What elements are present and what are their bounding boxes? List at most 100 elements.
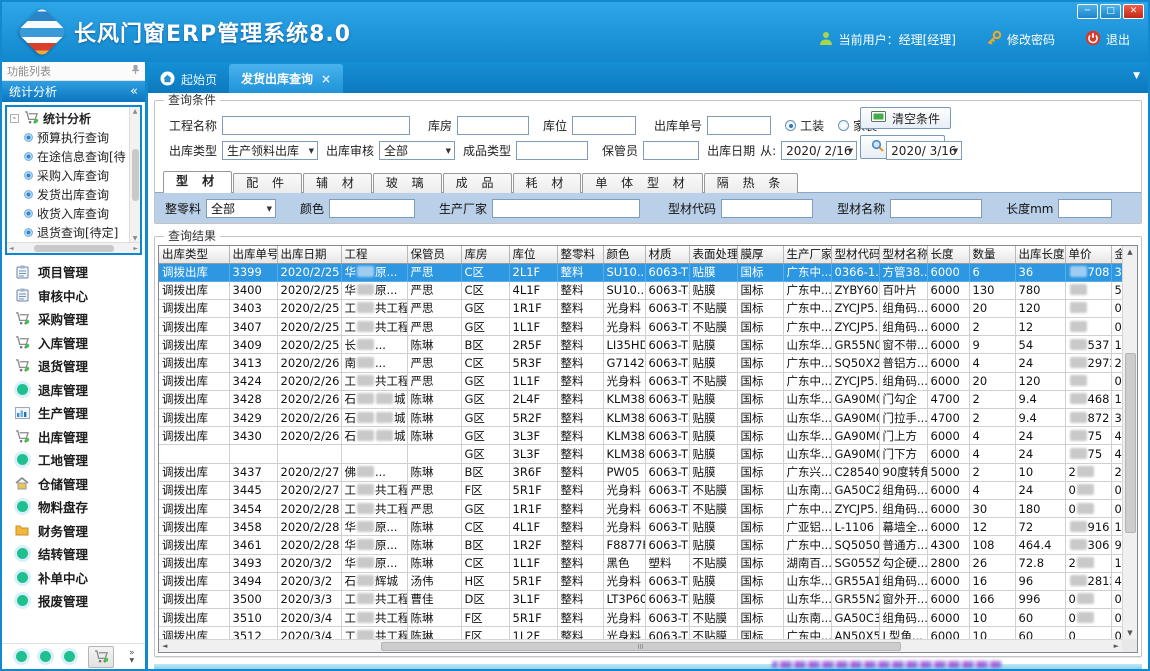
sidebar-item-退货管理[interactable]: 退货管理: [2, 354, 145, 378]
table-row[interactable]: 调拨出库34612020/2/28华原...陈琳B区1R2F整料F8877FT6…: [159, 536, 1138, 554]
table-row[interactable]: 调拨出库34282020/2/26石城陈琳G区2L4F整料KLM38176063…: [159, 390, 1138, 408]
table-row[interactable]: 调拨出库34132020/2/26南...严思C区5R3F整料G71422606…: [159, 354, 1138, 372]
column-header[interactable]: 数量: [969, 246, 1015, 263]
table-vertical-scrollbar[interactable]: ▲▼: [1122, 246, 1137, 639]
table-row[interactable]: 调拨出库34932020/3/2华原...陈琳C区1L1F整料黑色塑料不贴膜国标…: [159, 554, 1138, 572]
tree-item[interactable]: 采购入库查询: [10, 166, 140, 185]
tree-expander-icon[interactable]: -: [10, 114, 19, 123]
table-row[interactable]: 调拨出库34372020/2/27佛...陈琳B区3R6F整料PW056063-…: [159, 463, 1138, 481]
audit-select[interactable]: 全部: [379, 141, 455, 160]
minimize-button[interactable]: ─: [1077, 4, 1098, 19]
material-tab-辅材[interactable]: 辅 材: [303, 173, 372, 193]
column-header[interactable]: 单价: [1065, 246, 1111, 263]
tree-item[interactable]: 退货查询[待定]: [10, 223, 140, 242]
column-header[interactable]: 型材代码: [831, 246, 879, 263]
clear-conditions-button[interactable]: 清空条件: [860, 107, 951, 129]
table-row[interactable]: 调拨出库34582020/2/28华原...陈琳C区4L1F整料光身料6063-…: [159, 518, 1138, 536]
project-name-input[interactable]: [222, 116, 410, 135]
column-header[interactable]: 库房: [461, 246, 509, 263]
table-horizontal-scrollbar[interactable]: ◄►: [159, 639, 1122, 652]
sidebar-item-工地管理[interactable]: 工地管理: [2, 448, 145, 472]
more-buttons[interactable]: »▼: [129, 650, 135, 664]
sidebar-item-生产管理[interactable]: 生产管理: [2, 401, 145, 425]
profile-name-input[interactable]: [890, 199, 982, 218]
column-header[interactable]: 型材名称: [879, 246, 927, 263]
outbound-type-select[interactable]: 生产领料出库: [222, 141, 318, 160]
close-tab-icon[interactable]: ×: [321, 72, 331, 86]
column-header[interactable]: 库位: [509, 246, 557, 263]
profile-code-input[interactable]: [721, 199, 813, 218]
stats-section-header[interactable]: 统计分析 «: [2, 81, 145, 102]
material-tab-单体型材[interactable]: 单 体 型 材: [582, 173, 702, 193]
sidebar-item-仓储管理[interactable]: 仓储管理: [2, 472, 145, 496]
sidebar-item-物料盘存[interactable]: 物料盘存: [2, 495, 145, 519]
tab-list-dropdown-icon[interactable]: ▼: [1133, 71, 1140, 81]
date-from-select[interactable]: 2020/ 2/16: [781, 141, 857, 160]
tree-root[interactable]: - 统计分析: [10, 109, 140, 128]
column-header[interactable]: 膜厚: [737, 246, 783, 263]
table-row[interactable]: 调拨出库34942020/3/2石辉城汤伟H区5R1F整料光身料6063-T5贴…: [159, 572, 1138, 590]
table-row[interactable]: 调拨出库34452020/2/27工共工程严思F区5R1F整料光身料6063-T…: [159, 481, 1138, 499]
sidebar-item-审核中心[interactable]: 审核中心: [2, 284, 145, 308]
material-tab-成品[interactable]: 成 品: [443, 173, 512, 193]
dot-icon[interactable]: [40, 651, 51, 662]
column-header[interactable]: 保管员: [407, 246, 461, 263]
maximize-button[interactable]: □: [1100, 4, 1121, 19]
material-tab-型材[interactable]: 型 材: [163, 171, 232, 193]
date-to-select[interactable]: 2020/ 3/16: [886, 141, 962, 160]
sidebar-item-补单中心[interactable]: 补单中心: [2, 566, 145, 590]
table-row[interactable]: 调拨出库35002020/3/3工共工程曹佳D区3L1F整料LT3P606063…: [159, 590, 1138, 608]
order-no-input[interactable]: [707, 116, 771, 135]
column-header[interactable]: 材质: [645, 246, 689, 263]
product-type-input[interactable]: [516, 141, 588, 160]
table-row[interactable]: 调拨出库34092020/2/25长...陈琳B区2R5F整料LI35HD606…: [159, 336, 1138, 354]
pin-icon[interactable]: [131, 64, 140, 78]
column-header[interactable]: 颜色: [603, 246, 645, 263]
manufacturer-input[interactable]: [492, 199, 640, 218]
sidebar-item-退库管理[interactable]: 退库管理: [2, 378, 145, 402]
table-row[interactable]: 调拨出库34302020/2/26石城陈琳G区3L3F整料KLM38176063…: [159, 427, 1138, 445]
sidebar-item-项目管理[interactable]: 项目管理: [2, 260, 145, 284]
column-header[interactable]: 出库日期: [277, 246, 341, 263]
length-input[interactable]: [1058, 199, 1112, 218]
sidebar-item-结转管理[interactable]: 结转管理: [2, 542, 145, 566]
collapse-icon[interactable]: «: [130, 84, 138, 99]
table-row[interactable]: 调拨出库34542020/2/28工共工程严思G区1R1F整料光身料6063-T…: [159, 499, 1138, 517]
tab-起始页[interactable]: 起始页: [148, 66, 229, 93]
column-header[interactable]: 工程: [341, 246, 407, 263]
sidebar-item-采购管理[interactable]: 采购管理: [2, 307, 145, 331]
dot-icon[interactable]: [16, 651, 27, 662]
tab-发货出库查询[interactable]: 发货出库查询×: [229, 64, 343, 93]
tree-item[interactable]: 发货出库查询: [10, 185, 140, 204]
radio-gongzhuang[interactable]: 工装: [785, 117, 824, 134]
location-input[interactable]: [572, 116, 636, 135]
tree-horizontal-scrollbar[interactable]: ◄►: [7, 242, 140, 253]
dot-icon[interactable]: [64, 651, 75, 662]
column-header[interactable]: 生产厂家: [783, 246, 831, 263]
table-row[interactable]: 调拨出库35102020/3/4工共工程陈琳F区5R1F整料光身料6063-T5…: [159, 609, 1138, 627]
logout-button[interactable]: 退出: [1085, 30, 1130, 49]
column-header[interactable]: 表面处理: [689, 246, 737, 263]
table-row[interactable]: 调拨出库34242020/2/26工共工程严思G区1L1F整料光身料6063-T…: [159, 372, 1138, 390]
column-header[interactable]: 出库类型: [159, 246, 229, 263]
close-button[interactable]: ✕: [1123, 4, 1144, 19]
table-row[interactable]: 调拨出库34002020/2/25华原...严思C区4L1F整料SU10...6…: [159, 281, 1138, 299]
material-tab-隔热条[interactable]: 隔 热 条: [704, 173, 799, 193]
sidebar-item-入库管理[interactable]: 入库管理: [2, 331, 145, 355]
sidebar-item-出库管理[interactable]: 出库管理: [2, 425, 145, 449]
change-password-button[interactable]: 修改密码: [986, 30, 1055, 49]
table-row[interactable]: 调拨出库33992020/2/25华原...严思C区2L1F整料SU10...6…: [159, 263, 1138, 281]
tree-item[interactable]: 收货入库查询: [10, 204, 140, 223]
whole-part-select[interactable]: 全部: [206, 199, 276, 218]
column-header[interactable]: 出库单号: [229, 246, 277, 263]
column-header[interactable]: 出库长度: [1015, 246, 1065, 263]
warehouse-input[interactable]: [457, 116, 529, 135]
material-tab-玻璃[interactable]: 玻 璃: [373, 173, 442, 193]
tree-vertical-scrollbar[interactable]: ▲▼: [129, 107, 140, 243]
sidebar-item-报废管理[interactable]: 报废管理: [2, 589, 145, 613]
column-header[interactable]: 长度: [927, 246, 969, 263]
tree-item[interactable]: 在途信息查询[待: [10, 147, 140, 166]
table-row[interactable]: 调拨出库34072020/2/25工共工程严思G区1L1F整料光身料6063-T…: [159, 318, 1138, 336]
keeper-input[interactable]: [643, 141, 699, 160]
cart-shortcut-button[interactable]: [88, 646, 114, 668]
